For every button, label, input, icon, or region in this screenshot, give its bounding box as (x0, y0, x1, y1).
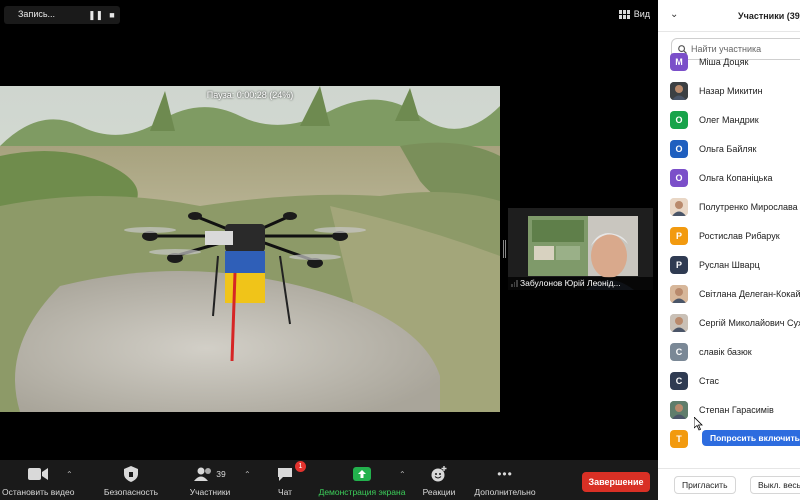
video-options-caret-icon[interactable]: ⌃ (66, 470, 73, 479)
stop-video-label: Остановить видео (2, 487, 75, 497)
reactions-icon (420, 464, 458, 484)
avatar: Р (670, 226, 688, 245)
share-screen-button[interactable]: Демонстрация экрана (316, 464, 408, 497)
participant-row[interactable]: Полутренко Мирослава (658, 192, 800, 221)
security-label: Безопасность (103, 487, 159, 497)
participant-name: Олег Мандрик (699, 114, 759, 125)
recording-indicator: Запись... ❚❚ ■ (4, 6, 120, 24)
participant-name: Ольга Байляк (699, 143, 757, 154)
thumbnail-participant-name: Забулонов Юрій Леонід... (508, 277, 653, 290)
participant-name: Назар Микитин (699, 85, 763, 96)
chat-label: Чат (277, 487, 293, 497)
video-camera-icon (2, 464, 74, 484)
participant-name: славік базюк (699, 346, 752, 357)
recording-pause-status: Пауза: 0:00:28 (24%) (206, 90, 294, 100)
main-video[interactable]: Пауза: 0:00:28 (24%) (0, 86, 500, 412)
share-screen-icon (316, 464, 408, 484)
view-label: Вид (633, 9, 650, 19)
participant-row[interactable]: О Олег Мандрик (658, 105, 800, 134)
participant-name: Міша Доцяк (699, 56, 749, 67)
participant-row[interactable]: О Ольга Байляк (658, 134, 800, 163)
participant-row[interactable]: О Ольга Копаніцька (658, 163, 800, 192)
mouse-cursor-icon (694, 417, 703, 431)
stop-icon[interactable]: ■ (106, 9, 118, 21)
avatar: С (670, 371, 688, 390)
grid-view-icon (618, 9, 630, 19)
avatar: Т (670, 429, 688, 448)
participants-options-caret-icon[interactable]: ⌃ (244, 470, 251, 479)
participant-row[interactable]: Сславік базюк (658, 337, 800, 366)
drone-video-frame (0, 86, 500, 412)
panel-footer: Пригласить Выкл. весь (658, 468, 800, 500)
avatar: М (670, 52, 688, 71)
avatar (670, 197, 688, 216)
participant-row[interactable]: Р Руслан Шварц (658, 250, 800, 279)
ask-to-unmute-button[interactable]: Попросить включить (702, 430, 800, 446)
zoom-meeting-window: Запись... ❚❚ ■ Вид Пауза: 0:00:28 (24%) … (0, 0, 800, 500)
participants-panel: ⌄ Участники (39) М Міша Доцяк Назар Микити… (658, 0, 800, 500)
participant-name: Степан Гарасимів (699, 404, 774, 415)
meeting-area: Запись... ❚❚ ■ Вид Пауза: 0:00:28 (24%) … (0, 0, 658, 500)
panel-header: ⌄ Участники (39) (658, 0, 800, 32)
avatar (670, 313, 688, 332)
chevron-down-icon[interactable]: ⌄ (670, 9, 678, 20)
recording-label: Запись... (18, 9, 56, 19)
avatar: С (670, 342, 688, 361)
participants-icon: 39 (186, 464, 234, 484)
avatar: О (670, 139, 688, 158)
avatar (670, 400, 688, 419)
view-button[interactable]: Вид (618, 6, 650, 22)
avatar (670, 81, 688, 100)
participants-label: Участники (189, 487, 231, 497)
participant-name: Стас (699, 375, 720, 386)
pause-icon[interactable]: ❚❚ (88, 9, 103, 21)
mute-all-button[interactable]: Выкл. весь (750, 476, 800, 494)
participant-row[interactable]: С Стас (658, 366, 800, 395)
shield-icon (100, 464, 162, 484)
meeting-toolbar: Остановить видео ⌃ Безопасность 39 Участ… (0, 460, 658, 500)
reactions-label: Реакции (422, 487, 456, 497)
participant-video-thumbnail[interactable]: Забулонов Юрій Леонід... (508, 208, 653, 290)
security-button[interactable]: Безопасность (100, 464, 162, 497)
participant-name: Світлана Делеган-Кокайко (699, 288, 800, 299)
avatar: О (670, 110, 688, 129)
participant-name: Полутренко Мирослава (699, 201, 798, 212)
participant-name: Ростислав Рибарук (699, 230, 780, 241)
split-view-handle[interactable] (503, 240, 506, 258)
participants-count: 39 (216, 469, 226, 479)
avatar: Р (670, 255, 688, 274)
invite-button[interactable]: Пригласить (674, 476, 736, 494)
end-meeting-button[interactable]: Завершение (582, 472, 650, 492)
reactions-button[interactable]: Реакции (420, 464, 458, 497)
participant-row[interactable]: Сергій Миколайович Сух (658, 308, 800, 337)
avatar: О (670, 168, 688, 187)
participant-row[interactable]: Р Ростислав Рибарук (658, 221, 800, 250)
share-options-caret-icon[interactable]: ⌃ (399, 470, 406, 479)
stop-video-button[interactable]: Остановить видео (2, 464, 74, 497)
participant-row[interactable]: Світлана Делеган-Кокайко (658, 279, 800, 308)
panel-title: Участники (39) (738, 11, 800, 21)
participant-name: Сергій Миколайович Сух (699, 317, 800, 328)
chat-badge: 1 (295, 461, 306, 472)
chat-button[interactable]: 1 Чат (270, 461, 306, 497)
participant-row[interactable]: Степан Гарасимів (658, 395, 800, 424)
participant-name: Ольга Копаніцька (699, 172, 773, 183)
participants-list: М Міша Доцяк Назар Микитин О Олег Мандрик О Ол… (658, 47, 800, 453)
ellipsis-icon: ••• (497, 467, 513, 481)
avatar (670, 284, 688, 303)
participant-row[interactable]: Назар Микитин (658, 76, 800, 105)
participant-name: Руслан Шварц (699, 259, 760, 270)
chat-icon: 1 (270, 461, 306, 484)
share-screen-label: Демонстрация экрана (318, 487, 406, 497)
participant-row[interactable]: М Міша Доцяк (658, 47, 800, 76)
more-label: Дополнительно (474, 487, 536, 497)
more-button[interactable]: ••• Дополнительно (470, 464, 540, 497)
participants-button[interactable]: 39 Участники (186, 464, 234, 497)
